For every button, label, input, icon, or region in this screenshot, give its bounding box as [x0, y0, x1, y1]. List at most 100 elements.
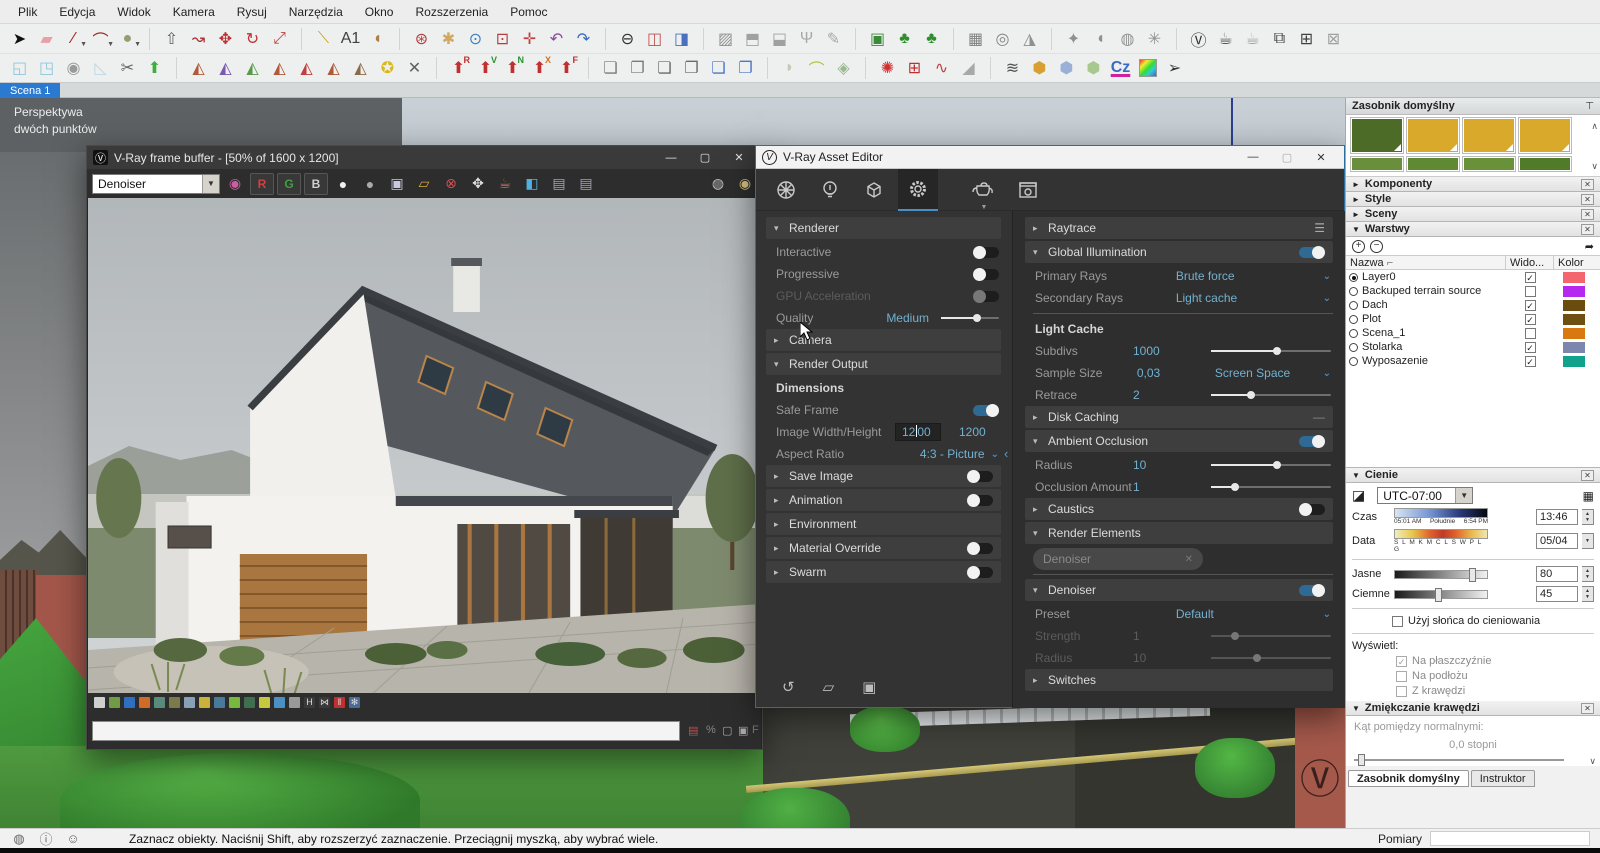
red-channel[interactable]: R [250, 173, 274, 195]
terrain-drape[interactable]: ◭ [239, 55, 266, 81]
section-animation[interactable]: ▸Animation [766, 489, 1001, 511]
copy-array-4[interactable]: ❐ [678, 55, 705, 81]
light-value-field[interactable]: 80 [1536, 566, 1578, 582]
region-render[interactable]: ◍ [706, 173, 730, 195]
ae-title-bar[interactable]: V V-Ray Asset Editor — ▢ ✕ [756, 146, 1344, 169]
menu-edycja[interactable]: Edycja [49, 2, 105, 22]
hsl-icon[interactable] [139, 697, 150, 708]
push-pull-tool[interactable]: ⇧ [158, 26, 185, 52]
scroll-down-icon[interactable]: ∨ [1589, 756, 1596, 767]
section-display-toggle[interactable]: ◫ [641, 26, 668, 52]
layer-visible-checkbox[interactable]: ✓ [1525, 272, 1536, 283]
white-balance[interactable]: ● [331, 173, 355, 195]
dome-light[interactable]: ◖ [1087, 26, 1114, 52]
copy-array-3[interactable]: ❏ [651, 55, 678, 81]
fur-tool[interactable]: ≋ [999, 55, 1026, 81]
layer-visible-checkbox[interactable] [1525, 328, 1536, 339]
lut-2-icon[interactable] [259, 697, 270, 708]
layer-detail-arrow-icon[interactable]: ➦ [1585, 240, 1594, 253]
layer-radio[interactable] [1349, 329, 1358, 338]
display-option-z-krawędzi[interactable]: Z krawędzi [1396, 685, 1594, 697]
axes-cube-blue[interactable]: ⬢ [1053, 55, 1080, 81]
safe-frame-toggle[interactable] [973, 405, 999, 416]
subdivs-slider[interactable] [1211, 350, 1331, 352]
slider-knob[interactable] [1247, 391, 1255, 399]
vray-lock-btn[interactable]: ⊠ [1320, 26, 1347, 52]
mesh-tool[interactable]: ◈ [830, 55, 857, 81]
vfb-maximize-button[interactable]: ▢ [688, 146, 722, 169]
vfb-percent-icon[interactable]: % [706, 724, 716, 736]
remove-layer-button[interactable]: − [1370, 240, 1383, 253]
ae-maximize-button[interactable]: ▢ [1270, 146, 1304, 169]
panel-close-icon[interactable]: ✕ [1581, 703, 1594, 714]
display-checkbox[interactable] [1396, 686, 1407, 697]
section-toggle[interactable] [967, 471, 993, 482]
vray-frame-buffer-btn[interactable]: ⧉ [1266, 26, 1293, 52]
vfb-channel-dropdown-icon[interactable]: ▼ [202, 175, 219, 193]
layer-color-swatch[interactable] [1563, 286, 1585, 297]
chevron-down-icon[interactable]: ⌄ [1323, 609, 1331, 620]
width-input[interactable]: 1200 [895, 423, 941, 442]
layer-color-swatch[interactable] [1563, 342, 1585, 353]
slider-knob[interactable] [1273, 347, 1281, 355]
material-swatch-0[interactable] [1351, 157, 1403, 171]
dark-slider[interactable] [1394, 590, 1488, 599]
shell-tool[interactable]: ◗ [776, 55, 803, 81]
green-channel[interactable]: G [277, 173, 301, 195]
solid-knife[interactable]: ✂ [114, 55, 141, 81]
stereo-icon[interactable]: ‖ [334, 697, 345, 708]
measurements-input[interactable] [1430, 831, 1590, 846]
layer-radio[interactable] [1349, 357, 1358, 366]
tree-component[interactable]: ♣ [891, 26, 918, 52]
scale-tool[interactable]: ⤢ [266, 26, 293, 52]
blue-channel[interactable]: B [304, 173, 328, 195]
tray-tab-instruktor[interactable]: Instruktor [1471, 770, 1535, 787]
vray-render-btn[interactable]: ☕ [1212, 26, 1239, 52]
chip-remove-icon[interactable]: ✕ [1185, 554, 1193, 565]
strength-slider[interactable] [1211, 635, 1331, 637]
progressive-toggle[interactable] [973, 269, 999, 280]
section-toggle[interactable] [1299, 504, 1325, 515]
terrain-tools[interactable]: ◭ [347, 55, 374, 81]
vfb-swap-a-icon[interactable]: ▢ [722, 724, 732, 737]
panel-close-icon[interactable]: ✕ [1581, 470, 1594, 481]
render-dropdown-caret[interactable]: ▼ [981, 204, 988, 211]
layer-visible-checkbox[interactable]: ✓ [1525, 342, 1536, 353]
section-toggle[interactable] [1299, 436, 1325, 447]
menu-rozszerzenia[interactable]: Rozszerzenia [405, 2, 498, 22]
orbit-tool[interactable]: ⊛ [408, 26, 435, 52]
ae-close-button[interactable]: ✕ [1304, 146, 1338, 169]
drop-f[interactable]: ⬆F [553, 55, 580, 81]
vfb-channel-select[interactable]: Denoiser ▼ [92, 174, 220, 194]
layer-color-swatch[interactable] [1563, 328, 1585, 339]
time-slider[interactable] [1394, 508, 1488, 518]
layer-row-stolarka[interactable]: Stolarka✓ [1346, 340, 1600, 354]
dimension-text-tool[interactable]: A1 [337, 26, 364, 52]
slider-knob[interactable] [973, 314, 981, 322]
vfb-stamp-icon[interactable]: ▤ [688, 724, 698, 737]
drop-x[interactable]: ⬆X [526, 55, 553, 81]
material-swatch-1[interactable] [1407, 157, 1459, 171]
xray-mode[interactable]: ▨ [712, 26, 739, 52]
copy-array-6[interactable]: ❐ [732, 55, 759, 81]
layer-row-dach[interactable]: Dach✓ [1346, 298, 1600, 312]
panel-close-icon[interactable]: ✕ [1581, 224, 1594, 235]
save-image[interactable]: ▣ [385, 173, 409, 195]
vray-asset-editor-btn[interactable]: Ⓥ [1185, 26, 1212, 52]
axes-cube-green[interactable]: ⬢ [1080, 55, 1107, 81]
tape-measure-tool[interactable]: ⟍ [310, 26, 337, 52]
tree-proxy[interactable]: ♣ [918, 26, 945, 52]
layer-row-plot[interactable]: Plot✓ [1346, 312, 1600, 326]
grass-brush[interactable]: Ψ [793, 26, 820, 52]
move-tool[interactable]: ✥ [212, 26, 239, 52]
light-spinner[interactable]: ▲▼ [1582, 566, 1594, 582]
select-move-arrows[interactable]: ➢ [1161, 55, 1188, 81]
section-toggle[interactable] [967, 495, 993, 506]
layer-visible-checkbox[interactable] [1525, 286, 1536, 297]
section-raytrace[interactable]: ▸Raytrace☰ [1025, 217, 1333, 239]
vfb-swap-b-icon[interactable]: ▣ [738, 724, 748, 737]
section-save-image[interactable]: ▸Save Image [766, 465, 1001, 487]
section-disk-caching[interactable]: ▸Disk Caching— [1025, 406, 1333, 428]
layer-row-backuped-terrain-source[interactable]: Backuped terrain source [1346, 284, 1600, 298]
dark-value-field[interactable]: 45 [1536, 586, 1578, 602]
